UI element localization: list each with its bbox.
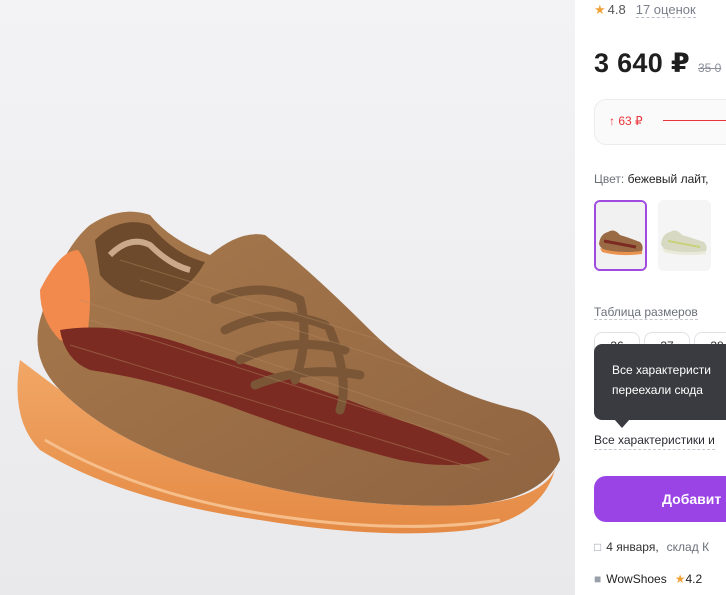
sneaker-thumb-light	[658, 200, 711, 271]
warehouse[interactable]: склад К	[667, 540, 709, 554]
tooltip-arrow	[614, 419, 630, 428]
add-to-cart-button[interactable]: Добавит	[594, 476, 726, 522]
star-icon: ★	[594, 2, 606, 17]
product-info-panel: ★ 4.8 17 оценок 3 640 ₽35 0 ↑ 63 ₽ Цвет: б…	[594, 0, 726, 595]
reviews-link[interactable]: 17 оценок	[635, 2, 696, 18]
color-swatch-selected[interactable]	[594, 200, 647, 271]
all-specs-link[interactable]: Все характеристики и	[594, 433, 715, 450]
specs-tooltip: Все характеристи переехали сюда	[594, 344, 726, 420]
color-label: Цвет: бежевый лайт,	[594, 172, 708, 186]
rating-score: 4.8	[607, 2, 626, 17]
seller-info[interactable]: ■ WowShoes ★4.2	[594, 572, 702, 586]
delivery-date: 4 января,	[606, 540, 659, 554]
current-price: 3 640 ₽	[594, 48, 690, 78]
delivery-info: □ 4 января, склад К	[594, 540, 709, 554]
color-label-text: Цвет:	[594, 172, 625, 186]
seller-name[interactable]: WowShoes	[606, 572, 666, 586]
product-rating[interactable]: ★ 4.8 17 оценок	[594, 2, 696, 18]
size-chart-link[interactable]: Таблица размеров	[594, 305, 698, 320]
panel-divider	[575, 0, 594, 595]
star-icon: ★	[674, 572, 686, 586]
store-icon: ■	[594, 572, 602, 586]
color-swatch-2[interactable]	[658, 200, 711, 271]
seller-rating: 4.2	[685, 572, 703, 586]
price-block: 3 640 ₽ 35 0	[594, 48, 721, 79]
box-icon: □	[594, 540, 602, 554]
old-price: 35 0	[697, 61, 722, 75]
price-change: ↑ 63 ₽	[609, 114, 643, 128]
tooltip-line-2: переехали сюда	[612, 383, 703, 397]
sneaker-image	[17, 211, 560, 534]
price-history-widget[interactable]: ↑ 63 ₽	[594, 99, 726, 145]
product-photo[interactable]	[0, 0, 575, 595]
color-value: бежевый лайт,	[627, 172, 709, 186]
tooltip-line-1: Все характеристи	[612, 363, 711, 377]
sneaker-thumb-brown	[596, 202, 645, 269]
price-history-line	[663, 120, 726, 121]
